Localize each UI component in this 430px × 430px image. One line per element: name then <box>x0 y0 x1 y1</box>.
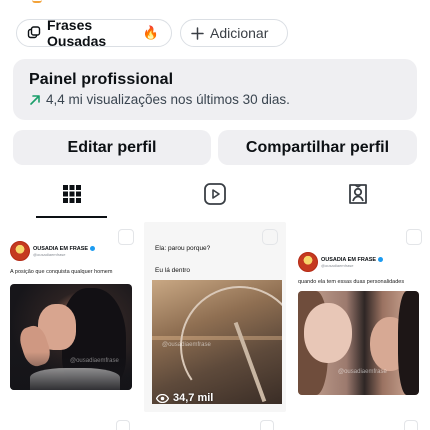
verified-icon <box>378 257 384 262</box>
edit-profile-button[interactable]: Editar perfil <box>13 130 211 165</box>
post-header: OUSADIA EM FRASE @ousadiaemfrase <box>298 252 384 272</box>
carousel-icon <box>406 229 422 245</box>
profile-tabs <box>0 174 430 218</box>
tab-posts-grid[interactable] <box>0 174 143 218</box>
carousel-icon <box>116 420 130 430</box>
highlight-label: Frases Ousadas <box>47 17 107 49</box>
add-highlight-label: Adicionar <box>210 25 269 41</box>
highlight-ring-fragment <box>32 0 42 3</box>
post-account-handle: @ousadiaemfrase <box>321 262 354 268</box>
carousel-icon <box>404 420 418 430</box>
avatar <box>10 241 30 261</box>
fire-icon: 🔥 <box>142 25 159 40</box>
profile-actions: Editar perfil Compartilhar perfil <box>13 130 417 165</box>
post-header: OUSADIA EM FRASE @ousadiaemfrase <box>10 241 96 261</box>
add-highlight-button[interactable]: Adicionar <box>180 19 288 47</box>
post-text-line: Ela: parou porque? <box>155 245 211 252</box>
dashboard-title: Painel profissional <box>29 71 174 88</box>
grid-post[interactable]: OUSADIA EM FRASE @ousadiaemfrase A posiç… <box>0 222 142 412</box>
post-caption: A posição que conquista qualquer homem <box>10 269 113 275</box>
grid-post[interactable]: Ela: parou porque? Eu lá dentro @ousadia… <box>144 222 286 412</box>
post-photo: @ousadiaemfrase <box>10 284 132 390</box>
highlights-icon <box>27 26 41 40</box>
tagged-icon <box>346 182 370 211</box>
view-count: 34,7 mil <box>156 392 213 404</box>
photo-watermark: @ousadiaemfrase <box>338 369 387 375</box>
tab-tagged[interactable] <box>287 174 430 218</box>
highlight-frases-ousadas[interactable]: Frases Ousadas 🔥 <box>16 17 172 49</box>
trend-up-icon <box>29 94 41 106</box>
share-profile-button[interactable]: Compartilhar perfil <box>218 130 417 165</box>
photo-watermark: @ousadiaemfrase <box>162 342 211 348</box>
plus-icon <box>191 26 204 40</box>
view-count-value: 34,7 mil <box>173 392 214 404</box>
tab-reels[interactable] <box>143 174 286 218</box>
verified-icon <box>90 246 96 251</box>
reel-icon <box>260 420 274 430</box>
next-posts-row <box>0 418 430 430</box>
dashboard-subtitle: 4,4 mi visualizações nos últimos 30 dias… <box>46 92 290 107</box>
grid-icon <box>62 184 82 209</box>
avatar <box>298 252 318 272</box>
post-account-name: OUSADIA EM FRASE <box>33 245 89 252</box>
highlights-row: Frases Ousadas 🔥 Adicionar <box>16 17 288 49</box>
post-photo: @ousadiaemfrase <box>298 291 419 395</box>
post-account-name: OUSADIA EM FRASE <box>321 256 377 263</box>
professional-dashboard[interactable]: Painel profissional 4,4 mi visualizações… <box>13 59 417 120</box>
reels-icon <box>203 182 227 211</box>
grid-post[interactable]: OUSADIA EM FRASE @ousadiaemfrase quando … <box>288 222 430 412</box>
views-eye-icon <box>156 393 169 403</box>
photo-watermark: @ousadiaemfrase <box>70 358 119 364</box>
reel-icon <box>262 229 278 245</box>
posts-grid: OUSADIA EM FRASE @ousadiaemfrase A posiç… <box>0 222 430 430</box>
post-account-handle: @ousadiaemfrase <box>33 251 66 257</box>
post-text-line: Eu lá dentro <box>155 267 191 274</box>
post-caption: quando ela tem essas duas personalidades <box>298 279 405 285</box>
post-photo: @ousadiaemfrase <box>152 280 282 404</box>
carousel-icon <box>118 229 134 245</box>
